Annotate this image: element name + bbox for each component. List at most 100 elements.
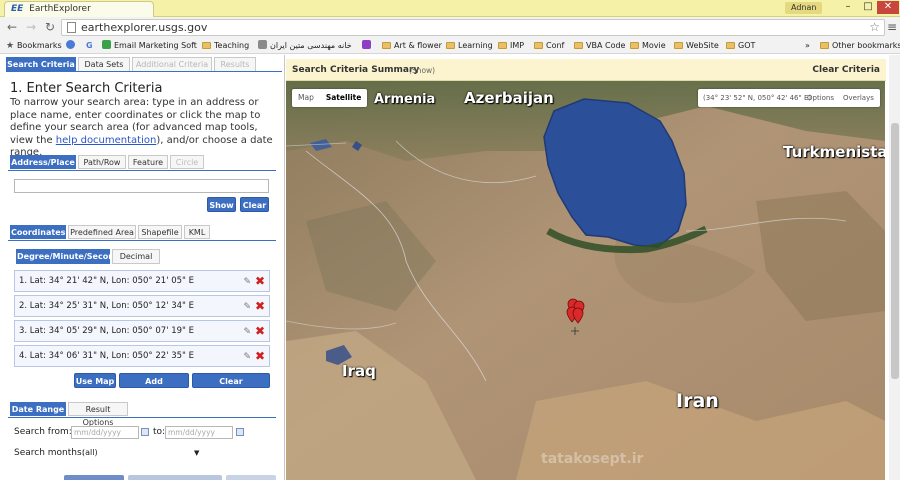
map-panel: Search Criteria Summary (Show) Clear Cri…: [286, 55, 900, 480]
bookmark-movie[interactable]: Movie: [630, 39, 666, 52]
minimize-button[interactable]: –: [838, 1, 858, 14]
map-type-satellite[interactable]: Satellite: [320, 89, 368, 107]
bookmark-got[interactable]: GOT: [726, 39, 755, 52]
delete-icon[interactable]: ✖: [255, 346, 265, 366]
map-control-bar: (34° 23' 52" N, 050° 42' 46" E) Options …: [698, 89, 880, 107]
coordinate-row[interactable]: 2. Lat: 34° 25' 31" N, Lon: 050° 12' 34"…: [14, 295, 270, 317]
bookmark-bookmarks[interactable]: ★ Bookmarks: [6, 39, 62, 53]
search-months-select[interactable]: (all) ▼: [82, 447, 199, 460]
map-label-armenia: Armenia: [374, 92, 436, 107]
clear-button[interactable]: Clear: [240, 197, 269, 212]
bookmark-other[interactable]: Other bookmarks: [820, 39, 900, 52]
folder-icon: [446, 42, 455, 49]
delete-icon[interactable]: ✖: [255, 271, 265, 291]
help-documentation-link[interactable]: help documentation: [56, 135, 157, 146]
bookmark-purple[interactable]: [362, 39, 374, 52]
tab-degree-minute-second[interactable]: Degree/Minute/Second: [16, 249, 120, 264]
bookmark-email-marketing[interactable]: Email Marketing Soft: [102, 39, 197, 52]
delete-icon[interactable]: ✖: [255, 321, 265, 341]
add-coordinate-button[interactable]: Add Coordinate: [119, 373, 189, 401]
browser-tab[interactable]: EE EarthExplorer: [4, 1, 154, 17]
satellite-map[interactable]: Armenia Azerbaijan Turkmenista Iraq Iran…: [286, 81, 885, 480]
address-bar[interactable]: earthexplorer.usgs.gov ☆: [61, 19, 885, 36]
reload-icon[interactable]: ↻: [43, 20, 57, 34]
show-button[interactable]: Show: [207, 197, 236, 212]
tab-coordinates[interactable]: Coordinates: [10, 225, 66, 239]
map-pins: [566, 298, 585, 335]
tab-decimal[interactable]: Decimal: [112, 249, 160, 264]
tab-search-criteria[interactable]: Search Criteria: [6, 57, 76, 71]
clear-coordinates-button[interactable]: Clear Coordinates: [192, 373, 270, 401]
folder-icon: [534, 42, 543, 49]
edit-icon[interactable]: ✎: [243, 322, 251, 342]
browser-menu-icon[interactable]: ≡: [887, 20, 897, 34]
address-input[interactable]: [14, 179, 269, 193]
scrollbar-thumb[interactable]: [891, 123, 899, 379]
bookmark-vba-code[interactable]: VBA Code: [574, 39, 625, 52]
tab-circle[interactable]: Circle: [170, 155, 204, 169]
crosshair-icon: [571, 327, 579, 335]
star-icon: ★: [6, 41, 17, 51]
use-map-button[interactable]: Use Map: [74, 373, 116, 388]
coordinate-row[interactable]: 1. Lat: 34° 21' 42" N, Lon: 050° 21' 05"…: [14, 270, 270, 292]
tab-additional-criteria[interactable]: Additional Criteria: [132, 57, 212, 71]
tab-path-row[interactable]: Path/Row: [78, 155, 126, 169]
date-to-input[interactable]: mm/dd/yyyy: [165, 426, 233, 439]
page-scrollbar[interactable]: [889, 55, 900, 480]
instructions-text: To narrow your search area: type in an a…: [10, 97, 273, 158]
edit-icon[interactable]: ✎: [243, 347, 251, 367]
delete-icon[interactable]: ✖: [255, 296, 265, 316]
tab-underline: [6, 71, 282, 72]
user-profile-badge[interactable]: Adnan: [785, 2, 823, 14]
bookmark-imp[interactable]: IMP: [498, 39, 524, 52]
tab-address-place[interactable]: Address/Place: [10, 155, 76, 169]
overlays-button[interactable]: Overlays: [843, 89, 874, 107]
date-range-section: Date Range Result Options Search from: m…: [8, 402, 276, 480]
coordinate-row[interactable]: 4. Lat: 34° 06' 31" N, Lon: 050° 22' 35"…: [14, 345, 270, 367]
bookmark-website[interactable]: WebSite: [674, 39, 719, 52]
tab-predefined-area[interactable]: Predefined Area: [68, 225, 136, 239]
bookmarks-overflow[interactable]: »: [805, 39, 810, 52]
data-sets-button[interactable]: [128, 475, 222, 480]
results-button[interactable]: [64, 475, 124, 480]
folder-icon: [630, 42, 639, 49]
additional-criteria-button[interactable]: [226, 475, 276, 480]
bookmark-learning[interactable]: Learning: [446, 39, 493, 52]
summary-title: Search Criteria Summary: [292, 65, 420, 75]
calendar-icon[interactable]: [141, 428, 149, 436]
calendar-icon[interactable]: [236, 428, 244, 436]
edit-icon[interactable]: ✎: [243, 272, 251, 292]
map-pin-icon[interactable]: [572, 307, 584, 324]
close-button[interactable]: ✕: [877, 1, 899, 14]
map-type-map[interactable]: Map: [292, 89, 320, 107]
coordinate-row[interactable]: 3. Lat: 34° 05' 29" N, Lon: 050° 07' 19"…: [14, 320, 270, 342]
tab-feature[interactable]: Feature: [128, 155, 168, 169]
app-window: EE EarthExplorer Adnan – □ ✕ ← → ↻ earth…: [0, 0, 900, 480]
back-arrow-icon[interactable]: ←: [5, 20, 19, 34]
tab-date-range[interactable]: Date Range: [10, 402, 66, 416]
search-panel: Search Criteria Data Sets Additional Cri…: [0, 55, 285, 480]
edit-icon[interactable]: ✎: [243, 297, 251, 317]
maximize-button[interactable]: □: [858, 1, 878, 14]
bookmark-google[interactable]: G: [86, 39, 93, 52]
bookmark-conf[interactable]: Conf: [534, 39, 564, 52]
bottom-buttons: [60, 475, 280, 480]
bookmark-teaching[interactable]: Teaching: [202, 39, 249, 52]
cursor-coordinates: (34° 23' 52" N, 050° 42' 46" E): [703, 94, 812, 102]
summary-show-link[interactable]: (Show): [409, 65, 435, 76]
bookmark-art-flower[interactable]: Art & flower: [382, 39, 442, 52]
search-months-label: Search months:: [14, 448, 85, 458]
clear-criteria-link[interactable]: Clear Criteria: [812, 64, 880, 76]
tab-results[interactable]: Results: [214, 57, 256, 71]
options-button[interactable]: Options: [807, 89, 834, 107]
tab-data-sets[interactable]: Data Sets: [78, 57, 130, 71]
tab-shapefile[interactable]: Shapefile: [138, 225, 182, 239]
date-from-input[interactable]: mm/dd/yyyy: [71, 426, 139, 439]
forward-arrow-icon[interactable]: →: [24, 20, 38, 34]
bookmark-sync[interactable]: [66, 39, 78, 52]
bookmark-star-icon[interactable]: ☆: [869, 20, 880, 34]
sync-icon: [66, 40, 75, 49]
bookmark-persian-site[interactable]: خانه مهندسی متین ایران: [258, 39, 352, 52]
tab-result-options[interactable]: Result Options: [68, 402, 128, 427]
tab-kml[interactable]: KML: [184, 225, 210, 239]
